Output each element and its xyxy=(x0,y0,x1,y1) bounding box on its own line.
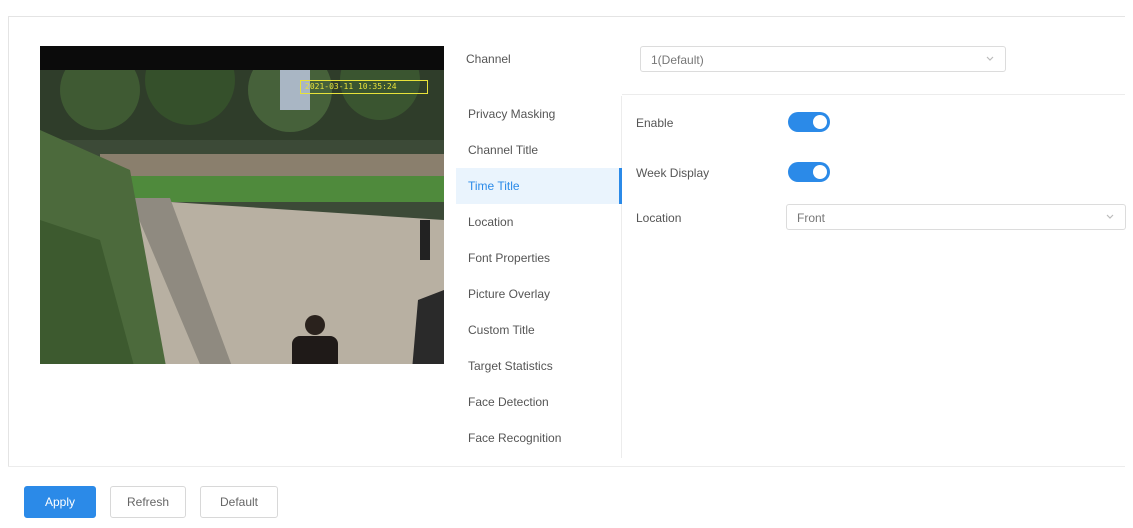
enable-toggle[interactable] xyxy=(788,112,830,132)
menu-item-label: Custom Title xyxy=(468,323,535,337)
channel-label: Channel xyxy=(466,52,511,66)
menu-item-label: Face Detection xyxy=(468,395,549,409)
menu-item-target-statistics[interactable]: Target Statistics xyxy=(456,348,621,384)
menu-item-channel-title[interactable]: Channel Title xyxy=(456,132,621,168)
menu-item-label: Picture Overlay xyxy=(468,287,551,301)
menu-item-label: Location xyxy=(468,215,514,229)
location-select-value: Front xyxy=(797,211,826,225)
menu-item-picture-overlay[interactable]: Picture Overlay xyxy=(456,276,621,312)
chevron-down-icon xyxy=(986,56,994,61)
osd-menu: Privacy Masking Channel Title Time Title… xyxy=(456,96,622,458)
enable-label: Enable xyxy=(636,116,674,130)
toggle-knob xyxy=(813,165,827,179)
default-button[interactable]: Default xyxy=(200,486,278,518)
menu-item-face-recognition[interactable]: Face Recognition xyxy=(456,420,621,456)
active-indicator xyxy=(619,168,622,204)
menu-item-location[interactable]: Location xyxy=(456,204,621,240)
menu-item-label: Font Properties xyxy=(468,251,551,265)
panel-top-border xyxy=(8,16,1125,17)
camera-scene xyxy=(40,70,444,364)
toggle-knob xyxy=(813,115,827,129)
menu-item-label: Channel Title xyxy=(468,143,539,157)
menu-item-time-title[interactable]: Time Title xyxy=(456,168,622,204)
menu-item-privacy-masking[interactable]: Privacy Masking xyxy=(456,96,621,132)
week-display-label: Week Display xyxy=(636,166,710,180)
channel-select-value: 1(Default) xyxy=(651,53,704,67)
location-label: Location xyxy=(636,211,682,225)
osd-time-text: 2021-03-11 10:35:24 xyxy=(305,82,397,91)
refresh-button[interactable]: Refresh xyxy=(110,486,186,518)
menu-item-custom-title[interactable]: Custom Title xyxy=(456,312,621,348)
panel-left-border xyxy=(8,16,9,466)
chevron-down-icon xyxy=(1106,214,1114,219)
content-divider xyxy=(622,94,1125,95)
panel-bottom-border xyxy=(8,466,1125,467)
menu-item-label: Time Title xyxy=(468,179,520,193)
week-display-toggle[interactable] xyxy=(788,162,830,182)
apply-button[interactable]: Apply xyxy=(24,486,96,518)
menu-item-font-properties[interactable]: Font Properties xyxy=(456,240,621,276)
menu-item-label: Target Statistics xyxy=(468,359,553,373)
time-title-osd[interactable]: 2021-03-11 10:35:24 xyxy=(300,80,428,94)
channel-select[interactable]: 1(Default) xyxy=(640,46,1006,72)
menu-item-label: Privacy Masking xyxy=(468,107,556,121)
location-select[interactable]: Front xyxy=(786,204,1126,230)
menu-item-face-detection[interactable]: Face Detection xyxy=(456,384,621,420)
menu-item-label: Face Recognition xyxy=(468,431,562,445)
